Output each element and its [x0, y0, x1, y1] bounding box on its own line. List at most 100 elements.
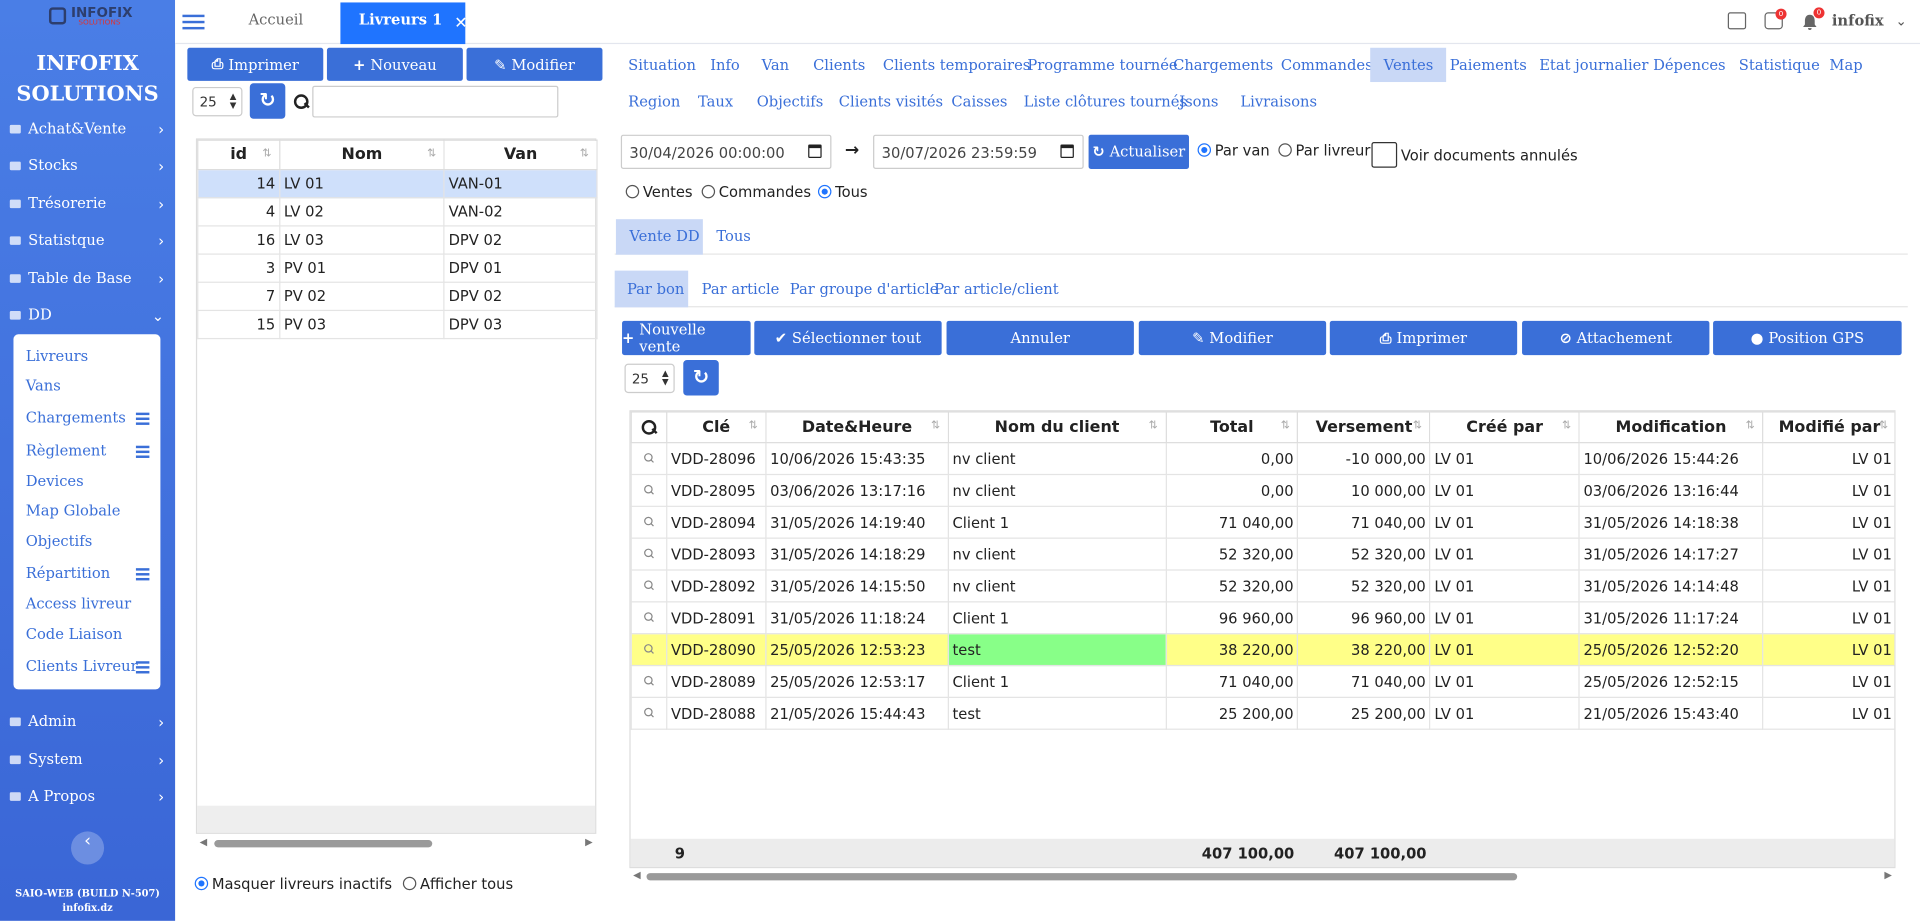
submenu-item-repartition[interactable]: Répartition	[26, 564, 150, 582]
submenu-item-reglement[interactable]: Règlement	[26, 442, 150, 459]
scroll-left-icon[interactable]: ◀	[200, 836, 208, 847]
table-row[interactable]: VDD-28092 31/05/2026 14:15:50 nv client 52 …	[630, 569, 1895, 603]
submenu-item-vans[interactable]: Vans	[26, 377, 61, 394]
table-row[interactable]: VDD-28095 03/06/2026 13:17:16 nv client 0,0…	[630, 473, 1895, 507]
column-header-modifie-par[interactable]: Modifié par ⇅	[1762, 411, 1895, 444]
calendar-icon[interactable]	[1060, 144, 1074, 158]
magnifier-icon[interactable]	[643, 610, 655, 622]
date-from-input[interactable]: 30/04/2026 00:00:00	[620, 134, 832, 169]
row-view-cell[interactable]	[630, 696, 668, 730]
edit-button[interactable]: ✎ Modifier	[466, 47, 603, 81]
column-header-versement[interactable]: Versement ⇅	[1297, 411, 1431, 444]
sidebar-item-a-propos[interactable]: A Propos ›	[0, 778, 175, 815]
table-row[interactable]: VDD-28093 31/05/2026 14:18:29 nv client 52 …	[630, 537, 1895, 571]
nav-livraisons[interactable]: Livraisons	[1240, 93, 1317, 110]
nav-clients-visites[interactable]: Clients visités	[839, 93, 943, 110]
sidebar-item-dd[interactable]: DD ⌄	[0, 296, 175, 333]
row-view-cell[interactable]	[630, 601, 668, 635]
sidebar-item-table-de-base[interactable]: Table de Base ›	[0, 260, 175, 297]
nav-objectifs[interactable]: Objectifs	[757, 93, 824, 110]
submenu-item-chargements[interactable]: Chargements	[26, 409, 150, 426]
scroll-right-icon[interactable]: ▶	[585, 836, 593, 847]
row-view-cell[interactable]	[630, 633, 668, 667]
column-header-date[interactable]: Date&Heure ⇅	[765, 411, 949, 444]
nav-programme-tournee[interactable]: Programme tournée	[1027, 56, 1177, 73]
magnifier-icon[interactable]	[643, 515, 655, 527]
nav-clients-temporaires[interactable]: Clients temporaires	[883, 56, 1030, 73]
nav-caisses[interactable]: Caisses	[951, 93, 1007, 110]
column-header-total[interactable]: Total ⇅	[1165, 411, 1299, 444]
nav-jsons[interactable]: Jsons	[1179, 93, 1218, 110]
show-cancelled-checkbox[interactable]: Voir documents annulés	[1371, 142, 1578, 168]
submenu-item-devices[interactable]: Devices	[26, 473, 84, 490]
nav-statistique[interactable]: Statistique	[1739, 56, 1820, 73]
magnifier-icon[interactable]	[643, 642, 655, 654]
nav-ventes[interactable]: Ventes	[1370, 47, 1447, 83]
column-header-cree-par[interactable]: Créé par ⇅	[1429, 411, 1580, 444]
tab-vente-dd[interactable]: Vente DD	[615, 219, 703, 255]
grid-refresh-button[interactable]: ↻	[683, 360, 719, 396]
row-view-cell[interactable]	[630, 442, 668, 476]
scroll-left-icon[interactable]: ◀	[633, 869, 641, 880]
edit-sale-button[interactable]: ✎ Modifier	[1138, 320, 1327, 356]
radio-show-all[interactable]: Afficher tous	[402, 876, 513, 893]
nav-map[interactable]: Map	[1829, 56, 1862, 73]
submenu-item-clients-livreur[interactable]: Clients Livreur	[26, 658, 150, 675]
row-view-cell[interactable]	[630, 664, 668, 698]
radio-ventes[interactable]: Ventes	[625, 184, 693, 201]
column-header-client[interactable]: Nom du client ⇅	[947, 411, 1167, 444]
submenu-item-code-liaison[interactable]: Code Liaison	[26, 626, 123, 643]
row-view-cell[interactable]	[630, 569, 668, 603]
table-row[interactable]: VDD-28094 31/05/2026 14:19:40 Client 1 71 0…	[630, 505, 1895, 539]
sidebar-item-statistique[interactable]: Statistque ›	[0, 222, 175, 259]
column-header-modification[interactable]: Modification ⇅	[1578, 411, 1764, 444]
magnifier-icon[interactable]	[643, 483, 655, 495]
calendar-icon[interactable]	[808, 144, 822, 158]
table-row[interactable]: VDD-28091 31/05/2026 11:18:24 Client 1 96 9…	[630, 601, 1895, 635]
new-button[interactable]: + Nouveau	[326, 47, 463, 81]
table-row[interactable]: VDD-28088 21/05/2026 15:44:43 test 25 200,0…	[630, 696, 1895, 730]
subtab-par-article-client[interactable]: Par article/client	[934, 280, 1058, 297]
table-row[interactable]: 15 PV 03 DPV 03	[197, 309, 598, 340]
refresh-button[interactable]: ↻	[249, 83, 286, 119]
horizontal-scrollbar[interactable]: ◀ ▶	[196, 836, 596, 851]
row-view-cell[interactable]	[630, 473, 668, 507]
submenu-item-livreurs[interactable]: Livreurs	[26, 348, 89, 365]
grid-page-size-select[interactable]: 25 ▲ ▼	[624, 363, 675, 394]
table-row[interactable]: VDD-28089 25/05/2026 12:53:17 Client 1 71 0…	[630, 664, 1895, 698]
bell-icon[interactable]: 0	[1801, 7, 1825, 31]
print-button[interactable]: ⎙ Imprimer	[187, 47, 324, 81]
print-sale-button[interactable]: ⎙ Imprimer	[1329, 320, 1518, 356]
new-sale-button[interactable]: + Nouvelle vente	[622, 320, 751, 356]
submenu-item-access-livreur[interactable]: Access livreur	[26, 595, 131, 612]
table-row[interactable]: 7 PV 02 DPV 02	[197, 281, 598, 312]
magnifier-icon[interactable]	[643, 674, 655, 686]
calculator-icon[interactable]	[1727, 12, 1747, 30]
nav-taux[interactable]: Taux	[698, 93, 733, 110]
nav-liste-clotures[interactable]: Liste clôtures tournés	[1024, 93, 1187, 110]
table-row[interactable]: VDD-28090 25/05/2026 12:53:23 test 38 220,0…	[630, 633, 1895, 667]
scrollbar-thumb[interactable]	[646, 873, 1518, 881]
table-row[interactable]: 16 LV 03 DPV 02	[197, 225, 598, 255]
nav-chargements[interactable]: Chargements	[1173, 56, 1273, 73]
close-tab-icon[interactable]: ✕	[454, 15, 467, 33]
subtab-par-groupe-article[interactable]: Par groupe d'article	[790, 280, 939, 297]
tab-accueil[interactable]: Accueil	[249, 11, 304, 28]
magnifier-icon[interactable]	[643, 706, 655, 718]
nav-van[interactable]: Van	[762, 56, 789, 73]
collapse-sidebar-button[interactable]: ‹	[71, 831, 105, 865]
column-header-cle[interactable]: Clé ⇅	[666, 411, 767, 444]
radio-par-van[interactable]: Par van	[1197, 142, 1270, 159]
table-row[interactable]: 14 LV 01 VAN-01	[197, 168, 598, 199]
cancel-button[interactable]: Annuler	[946, 320, 1134, 356]
row-view-cell[interactable]	[630, 505, 668, 539]
subtab-par-bon[interactable]: Par bon	[614, 270, 689, 308]
scroll-right-icon[interactable]: ▶	[1884, 869, 1892, 880]
subtab-par-article[interactable]: Par article	[702, 280, 780, 297]
attachment-button[interactable]: ⊘ Attachement	[1522, 320, 1710, 356]
scrollbar-thumb[interactable]	[214, 840, 433, 848]
radio-hide-inactive[interactable]: Masquer livreurs inactifs	[194, 876, 392, 893]
tab-livreurs[interactable]: Livreurs 1	[340, 2, 466, 45]
sidebar-item-admin[interactable]: Admin ›	[0, 703, 175, 740]
nav-info[interactable]: Info	[710, 56, 740, 73]
